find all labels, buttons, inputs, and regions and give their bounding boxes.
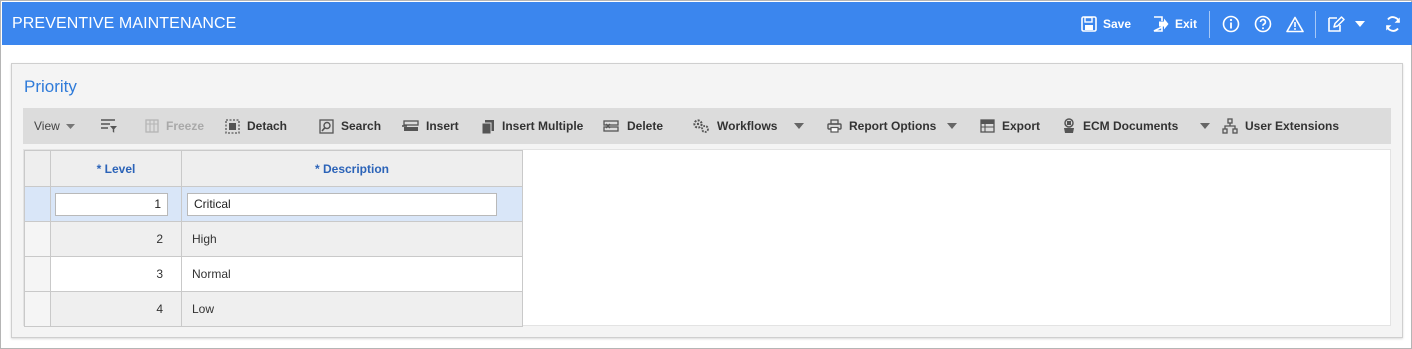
detach-icon (225, 118, 240, 134)
filter-button[interactable] (100, 108, 125, 144)
description-input[interactable]: Critical (187, 192, 497, 216)
panel-title: Priority (24, 77, 77, 96)
export-icon (980, 119, 995, 133)
insert-row-icon (402, 120, 419, 131)
freeze-button[interactable]: Freeze (145, 108, 204, 144)
caret-down-icon[interactable] (1352, 14, 1368, 34)
exit-button[interactable]: Exit (1152, 15, 1197, 33)
freeze-label: Freeze (166, 119, 205, 133)
report-options-button[interactable]: Report Options (827, 108, 936, 144)
view-label: View (34, 119, 60, 133)
info-icon[interactable] (1221, 14, 1241, 34)
filter-icon (101, 119, 117, 133)
search-label: Search (341, 119, 382, 133)
save-button[interactable]: Save (1081, 15, 1131, 33)
save-label: Save (1103, 17, 1132, 31)
delete-row-icon (603, 120, 619, 132)
save-icon (1081, 16, 1097, 32)
exit-icon (1153, 16, 1169, 32)
table-row[interactable]: 3 Normal (24, 256, 523, 292)
user-extensions-button[interactable]: User Extensions (1222, 108, 1339, 144)
insert-button[interactable]: Insert (402, 108, 459, 144)
insert-multiple-label: Insert Multiple (502, 119, 584, 133)
hierarchy-icon (1222, 118, 1238, 134)
row-selector[interactable] (24, 186, 51, 222)
column-header-description[interactable]: * Description (181, 150, 523, 187)
freeze-icon (145, 119, 159, 133)
table-row[interactable]: 2 High (24, 221, 523, 257)
search-button[interactable]: Search (319, 108, 381, 144)
row-selector-header (24, 150, 51, 187)
warning-icon[interactable] (1285, 14, 1305, 34)
row-selector[interactable] (24, 291, 51, 327)
ecm-documents-button[interactable]: ECM Documents (1062, 108, 1178, 144)
priority-table: * Level * Description 1 Critical 2 High … (24, 150, 523, 327)
app-title: PREVENTIVE MAINTENANCE (12, 15, 237, 32)
ecm-documents-icon (1064, 118, 1074, 133)
workflows-caret-icon[interactable] (794, 108, 804, 144)
delete-button[interactable]: Delete (603, 108, 663, 144)
description-cell[interactable]: Normal (181, 256, 523, 292)
caret-down-icon (65, 123, 75, 129)
gears-icon (693, 119, 709, 133)
table-row[interactable]: 1 Critical (24, 186, 523, 222)
view-menu[interactable]: View (34, 108, 75, 144)
export-label: Export (1002, 119, 1041, 133)
toolbar-divider (1209, 11, 1210, 38)
help-icon[interactable] (1253, 14, 1273, 34)
grid-toolbar: View Freeze Detach Search Insert Insert … (23, 108, 1391, 144)
export-button[interactable]: Export (980, 108, 1040, 144)
column-header-level[interactable]: * Level (50, 150, 182, 187)
row-selector[interactable] (24, 256, 51, 292)
level-input[interactable]: 1 (55, 192, 168, 216)
ecm-documents-caret-icon[interactable] (1200, 108, 1210, 144)
row-selector[interactable] (24, 221, 51, 257)
insert-multiple-icon (481, 119, 494, 134)
detach-button[interactable]: Detach (225, 108, 287, 144)
refresh-icon[interactable] (1383, 14, 1403, 34)
description-cell: Critical (181, 186, 523, 222)
level-cell[interactable]: 4 (50, 291, 182, 327)
app-window: PREVENTIVE MAINTENANCE Save Exit Priorit… (0, 0, 1412, 349)
workflows-label: Workflows (717, 119, 778, 133)
exit-label: Exit (1175, 17, 1198, 31)
search-icon (319, 118, 334, 134)
toolbar-divider (1315, 11, 1316, 38)
report-options-label: Report Options (849, 119, 937, 133)
detach-label: Detach (247, 119, 288, 133)
description-cell[interactable]: Low (181, 291, 523, 327)
priority-panel: Priority View Freeze Detach Search Inser… (11, 63, 1403, 338)
top-bar: PREVENTIVE MAINTENANCE Save Exit (2, 2, 1412, 45)
header-row: * Level * Description (24, 150, 523, 187)
report-options-caret-icon[interactable] (947, 108, 957, 144)
description-cell[interactable]: High (181, 221, 523, 257)
workflows-button[interactable]: Workflows (692, 108, 777, 144)
level-cell[interactable]: 2 (50, 221, 182, 257)
priority-grid-area: * Level * Description 1 Critical 2 High … (23, 149, 1391, 327)
user-extensions-label: User Extensions (1245, 119, 1340, 133)
level-cell: 1 (50, 186, 182, 222)
printer-icon (827, 119, 842, 133)
edit-note-icon[interactable] (1326, 14, 1346, 34)
insert-label: Insert (426, 119, 459, 133)
ecm-documents-label: ECM Documents (1083, 119, 1179, 133)
delete-label: Delete (627, 119, 664, 133)
insert-multiple-button[interactable]: Insert Multiple (481, 108, 583, 144)
table-row[interactable]: 4 Low (24, 291, 523, 327)
level-cell[interactable]: 3 (50, 256, 182, 292)
